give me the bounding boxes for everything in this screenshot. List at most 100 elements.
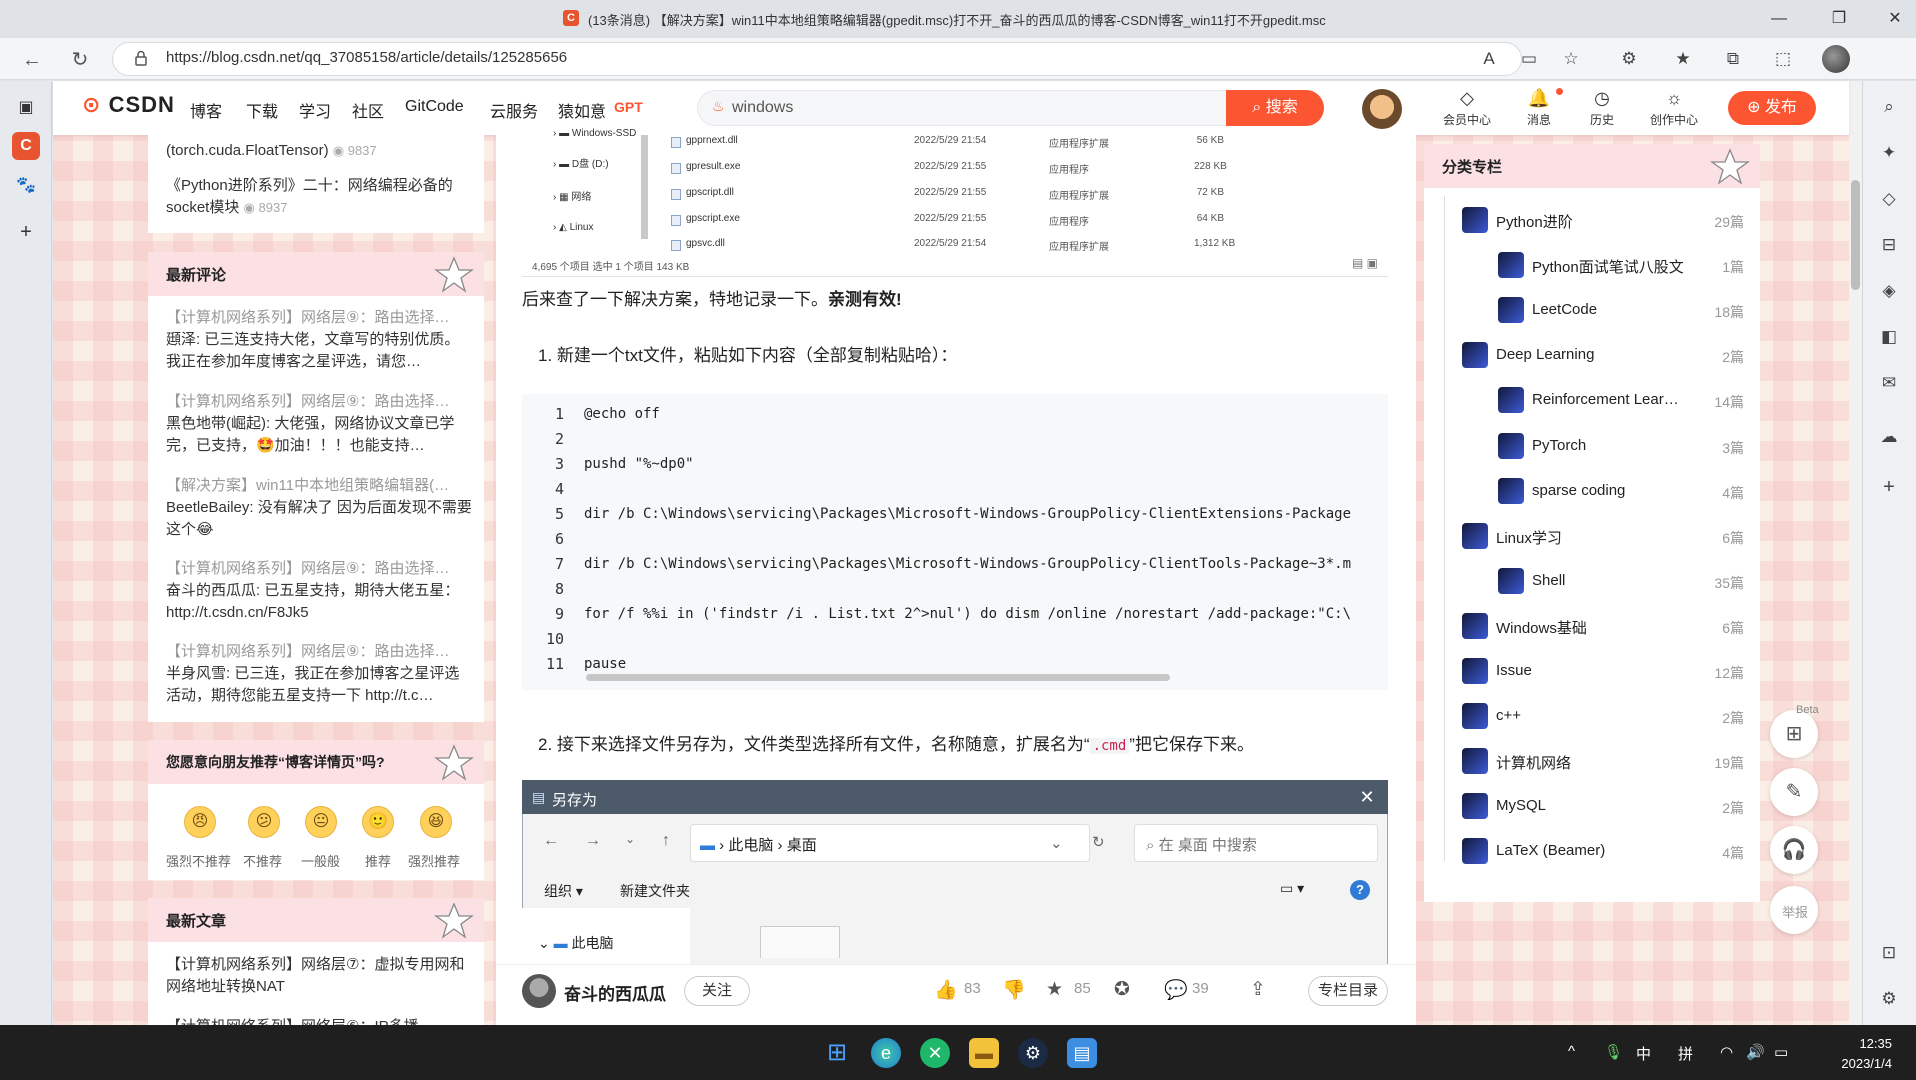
ai-assistant-icon[interactable]: ⊞	[1770, 710, 1818, 758]
vip-center-button[interactable]: ◇ 会员中心	[1437, 88, 1497, 128]
code-block[interactable]	[522, 394, 1388, 690]
comment-icon[interactable]: 💬	[1164, 978, 1188, 1002]
nav-cloud[interactable]: 云服务	[490, 98, 538, 122]
author-avatar[interactable]	[522, 974, 556, 1008]
scroll-thumb[interactable]	[1851, 180, 1860, 290]
column-name[interactable]: Shell	[1532, 572, 1565, 589]
sidebar-outlook-icon[interactable]: ✉	[1876, 370, 1902, 396]
tab-baidu-icon[interactable]: 🐾	[12, 172, 40, 200]
nav-gpt[interactable]: GPT	[614, 99, 643, 115]
column-name[interactable]: Python面试笔试八股文	[1532, 256, 1684, 277]
sidebar-settings-icon[interactable]: ⚙	[1876, 986, 1902, 1012]
back-arrow-icon[interactable]: ←	[18, 46, 46, 74]
start-windows-icon[interactable]: ⊞	[822, 1038, 852, 1068]
rating-face-icon[interactable]: 🙂	[362, 806, 394, 838]
author-name[interactable]: 奋斗的西瓜瓜	[564, 980, 666, 1005]
publish-button[interactable]: ⊕ 发布	[1728, 91, 1816, 125]
nav-blog[interactable]: 博客	[190, 98, 222, 122]
extensions-icon[interactable]: ⚙	[1616, 46, 1642, 72]
sidebar-office-icon[interactable]: ◧	[1876, 324, 1902, 350]
hot-article-link[interactable]: (torch.cuda.FloatTensor) ◉ 9837	[166, 140, 472, 162]
rating-face-icon[interactable]: 😠	[184, 806, 216, 838]
maximize-button[interactable]: ❐	[1826, 6, 1852, 32]
sidebar-search-icon[interactable]: ⌕	[1876, 94, 1902, 120]
microphone-icon[interactable]: 🎙	[1604, 1043, 1623, 1061]
close-window-button[interactable]: ✕	[1882, 6, 1908, 32]
clock-date[interactable]: 2023/1/4	[1812, 1056, 1892, 1071]
column-name[interactable]: c++	[1496, 707, 1521, 724]
read-aloud-icon[interactable]: A	[1476, 46, 1502, 72]
column-name[interactable]: 计算机网络	[1496, 752, 1571, 773]
history-button[interactable]: ◷ 历史	[1572, 88, 1632, 128]
latest-article-link[interactable]: 【计算机网络系列】网络层⑦：虚拟专用网和网络地址转换NAT	[166, 954, 472, 998]
reward-icon[interactable]: ✪	[1114, 978, 1130, 1001]
search-button[interactable]: ⌕ 搜索	[1226, 90, 1324, 126]
sidebar-shopping-icon[interactable]: ◇	[1876, 186, 1902, 212]
xmind-icon[interactable]: ✕	[920, 1038, 950, 1068]
file-explorer-icon[interactable]: ▬	[969, 1038, 999, 1068]
add-favorite-icon[interactable]: ☆	[1558, 46, 1584, 72]
ime-language[interactable]: 中	[1636, 1043, 1651, 1064]
minimize-button[interactable]: —	[1766, 6, 1792, 32]
comment-item[interactable]: 【计算机网络系列】网络层⑨：路由选择… 奋斗的西瓜瓜: 已五星支持，期待大佬五星：…	[166, 558, 472, 624]
sidebar-discover-icon[interactable]: ✦	[1876, 140, 1902, 166]
screenshot-icon[interactable]: ⬚	[1770, 46, 1796, 72]
rating-face-icon[interactable]: 😆	[420, 806, 452, 838]
steam-icon[interactable]: ⚙	[1018, 1038, 1048, 1068]
edge-browser-icon[interactable]: e	[871, 1038, 901, 1068]
column-name[interactable]: sparse coding	[1532, 482, 1625, 499]
nav-download[interactable]: 下载	[246, 98, 278, 122]
like-icon[interactable]: 👍	[934, 978, 958, 1002]
follow-button[interactable]: 关注	[684, 976, 750, 1006]
sidebar-add-icon[interactable]: +	[1876, 474, 1902, 500]
comment-item[interactable]: 【计算机网络系列】网络层⑨：路由选择… 半身风雪: 已三连，我正在参加博客之星评选…	[166, 641, 472, 707]
creator-center-button[interactable]: ☼ 创作中心	[1644, 88, 1704, 128]
csdn-logo[interactable]: ⊙ CSDN	[82, 92, 175, 118]
url-text[interactable]: https://blog.csdn.net/qq_37085158/articl…	[166, 49, 567, 66]
clock-time[interactable]: 12:35	[1838, 1036, 1892, 1051]
battery-icon[interactable]: ▭	[1774, 1043, 1788, 1061]
collections-icon[interactable]: ⧉	[1720, 46, 1746, 72]
tab-actions-icon[interactable]: ▣	[12, 94, 40, 122]
report-label[interactable]: 举报	[1782, 902, 1808, 921]
column-name[interactable]: MySQL	[1496, 797, 1546, 814]
nav-community[interactable]: 社区	[352, 98, 384, 122]
reader-mode-icon[interactable]: ▭	[1516, 46, 1542, 72]
profile-avatar[interactable]	[1822, 45, 1850, 73]
column-name[interactable]: Deep Learning	[1496, 346, 1594, 363]
favorites-icon[interactable]: ★	[1670, 46, 1696, 72]
comment-item[interactable]: 【解决方案】win11中本地组策略编辑器(… BeetleBailey: 没有解决…	[166, 475, 472, 541]
code-horizontal-scrollbar[interactable]	[586, 674, 1170, 681]
column-name[interactable]: Windows基础	[1496, 617, 1587, 638]
sidebar-drop-icon[interactable]: ☁	[1876, 424, 1902, 450]
column-name[interactable]: LeetCode	[1532, 301, 1597, 318]
comment-item[interactable]: 【计算机网络系列】网络层⑨：路由选择… 黑色地带(崛起): 大佬强，网络协议文章已…	[166, 391, 472, 457]
sidebar-split-icon[interactable]: ⊡	[1876, 940, 1902, 966]
sidebar-games-icon[interactable]: ◈	[1876, 278, 1902, 304]
nav-learn[interactable]: 学习	[299, 98, 331, 122]
comment-item[interactable]: 【计算机网络系列】网络层⑨：路由选择… 頲泽: 已三连支持大佬，文章写的特别优质。…	[166, 307, 472, 373]
tab-csdn[interactable]: C	[12, 132, 40, 160]
customer-service-icon[interactable]: 🎧	[1770, 826, 1818, 874]
hot-article-link[interactable]: 《Python进阶系列》二十：网络编程必备的socket模块 ◉ 8937	[166, 175, 472, 219]
rating-face-icon[interactable]: 😕	[248, 806, 280, 838]
new-tab-icon[interactable]: +	[12, 218, 40, 246]
column-name[interactable]: Issue	[1496, 662, 1532, 679]
dislike-icon[interactable]: 👎	[1002, 978, 1026, 1002]
nav-gitcode[interactable]: GitCode	[405, 98, 464, 116]
wifi-icon[interactable]: ◠	[1720, 1043, 1733, 1061]
column-name[interactable]: LaTeX (Beamer)	[1496, 842, 1605, 859]
latest-article-link[interactable]: 【计算机网络系列】网络层⑥：IP多播	[166, 1016, 472, 1025]
column-name[interactable]: Reinforcement Lear…	[1532, 391, 1679, 408]
column-name[interactable]: PyTorch	[1532, 437, 1586, 454]
share-icon[interactable]: ⇪	[1250, 978, 1266, 1001]
user-avatar[interactable]	[1362, 89, 1402, 129]
search-value[interactable]: windows	[732, 99, 793, 117]
rating-face-icon[interactable]: 😐	[305, 806, 337, 838]
column-name[interactable]: Python进阶	[1496, 211, 1573, 232]
column-toc-button[interactable]: 专栏目录	[1308, 976, 1388, 1006]
edit-icon[interactable]: ✎	[1770, 768, 1818, 816]
tray-chevron-up-icon[interactable]: ^	[1568, 1043, 1575, 1060]
notepad-icon[interactable]: ▤	[1067, 1038, 1097, 1068]
column-name[interactable]: Linux学习	[1496, 527, 1562, 548]
